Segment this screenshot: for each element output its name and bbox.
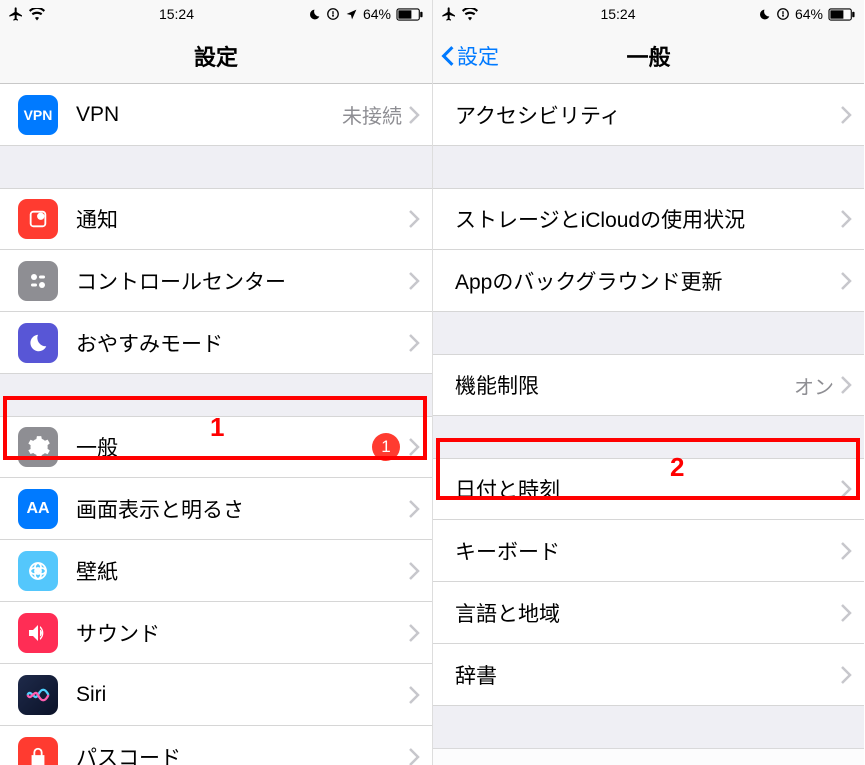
- chevron-right-icon: [840, 479, 852, 499]
- row-vpn[interactable]: VPN VPN 未接続: [0, 84, 432, 146]
- row-passcode[interactable]: パスコード: [0, 726, 432, 765]
- airplane-icon: [441, 6, 457, 22]
- nav-bar: 設定 一般: [433, 28, 864, 84]
- chevron-right-icon: [840, 105, 852, 125]
- row-label: サウンド: [76, 618, 408, 648]
- row-background-refresh[interactable]: Appのバックグラウンド更新: [433, 250, 864, 312]
- row-label: 日付と時刻: [455, 474, 840, 504]
- location-icon: [345, 8, 358, 21]
- chevron-right-icon: [840, 541, 852, 561]
- chevron-right-icon: [408, 499, 420, 519]
- row-accessibility[interactable]: アクセシビリティ: [433, 84, 864, 146]
- chevron-right-icon: [840, 375, 852, 395]
- callout-1: 1: [210, 412, 224, 443]
- status-bar: 15:24 64%: [0, 0, 432, 28]
- status-right: 64%: [758, 6, 856, 22]
- chevron-right-icon: [408, 685, 420, 705]
- general-list: アクセシビリティ ストレージとiCloudの使用状況 Appのバックグラウンド更…: [433, 84, 864, 765]
- wifi-icon: [462, 8, 478, 21]
- nav-bar: 設定: [0, 28, 432, 84]
- row-label: おやすみモード: [76, 328, 408, 358]
- general-icon: [18, 427, 58, 467]
- row-label: VPN: [76, 103, 342, 127]
- chevron-right-icon: [408, 747, 420, 765]
- status-left: [441, 6, 478, 22]
- chevron-right-icon: [408, 333, 420, 353]
- chevron-right-icon: [840, 665, 852, 685]
- chevron-left-icon: [441, 45, 455, 67]
- rotation-lock-icon: [326, 7, 340, 21]
- passcode-icon: [18, 737, 58, 765]
- status-bar: 15:24 64%: [433, 0, 864, 28]
- page-title: 設定: [194, 40, 238, 72]
- moon-icon: [308, 8, 321, 21]
- left-phone-settings: 15:24 64% 設定 VPN VPN 未接続 通知: [0, 0, 432, 765]
- row-siri[interactable]: Siri: [0, 664, 432, 726]
- row-label: 壁紙: [76, 556, 408, 586]
- display-icon: AA: [18, 489, 58, 529]
- row-value: 未接続: [342, 100, 402, 129]
- row-label: 機能制限: [455, 370, 794, 400]
- row-datetime[interactable]: 日付と時刻: [433, 458, 864, 520]
- airplane-icon: [8, 6, 24, 22]
- notifications-icon: [18, 199, 58, 239]
- chevron-right-icon: [408, 209, 420, 229]
- vpn-icon: VPN: [18, 95, 58, 135]
- wifi-icon: [29, 8, 45, 21]
- battery-percent: 64%: [795, 6, 823, 22]
- rotation-lock-icon: [776, 7, 790, 21]
- row-notifications[interactable]: 通知: [0, 188, 432, 250]
- moon-icon: [758, 8, 771, 21]
- row-sound[interactable]: サウンド: [0, 602, 432, 664]
- status-right: 64%: [308, 6, 424, 22]
- row-keyboard[interactable]: キーボード: [433, 520, 864, 582]
- chevron-right-icon: [408, 437, 420, 457]
- chevron-right-icon: [408, 105, 420, 125]
- chevron-right-icon: [840, 271, 852, 291]
- row-restrictions[interactable]: 機能制限 オン: [433, 354, 864, 416]
- row-label: Appのバックグラウンド更新: [455, 266, 840, 296]
- battery-icon: [828, 8, 856, 21]
- chevron-right-icon: [840, 603, 852, 623]
- page-title: 一般: [626, 40, 670, 72]
- chevron-right-icon: [408, 561, 420, 581]
- row-label: アクセシビリティ: [455, 100, 840, 130]
- status-left: [8, 6, 45, 22]
- right-phone-general: 15:24 64% 設定 一般 アクセシビリティ ストレージとiCloudの使用…: [432, 0, 864, 765]
- siri-icon: [18, 675, 58, 715]
- chevron-right-icon: [840, 209, 852, 229]
- control-center-icon: [18, 261, 58, 301]
- wallpaper-icon: [18, 551, 58, 591]
- back-label: 設定: [457, 41, 499, 71]
- row-wallpaper[interactable]: 壁紙: [0, 540, 432, 602]
- row-language[interactable]: 言語と地域: [433, 582, 864, 644]
- row-label: 通知: [76, 204, 408, 234]
- row-dictionary[interactable]: 辞書: [433, 644, 864, 706]
- status-time: 15:24: [600, 6, 635, 22]
- chevron-right-icon: [408, 271, 420, 291]
- status-time: 15:24: [159, 6, 194, 22]
- row-label: ストレージとiCloudの使用状況: [455, 204, 840, 234]
- row-label: コントロールセンター: [76, 266, 408, 296]
- row-label: パスコード: [76, 742, 408, 765]
- sound-icon: [18, 613, 58, 653]
- row-label: 画面表示と明るさ: [76, 494, 408, 524]
- dnd-icon: [18, 323, 58, 363]
- row-control-center[interactable]: コントロールセンター: [0, 250, 432, 312]
- row-itunes-wifi[interactable]: iTunes Wi-Fi同期: [433, 748, 864, 765]
- row-label: 言語と地域: [455, 598, 840, 628]
- badge: 1: [372, 433, 400, 461]
- callout-2: 2: [670, 452, 684, 483]
- battery-icon: [396, 8, 424, 21]
- chevron-right-icon: [408, 623, 420, 643]
- row-label: キーボード: [455, 536, 840, 566]
- row-display[interactable]: AA 画面表示と明るさ: [0, 478, 432, 540]
- row-storage[interactable]: ストレージとiCloudの使用状況: [433, 188, 864, 250]
- row-dnd[interactable]: おやすみモード: [0, 312, 432, 374]
- row-label: Siri: [76, 683, 408, 707]
- row-value: オン: [794, 371, 834, 400]
- battery-percent: 64%: [363, 6, 391, 22]
- row-label: 辞書: [455, 660, 840, 690]
- back-button[interactable]: 設定: [441, 41, 499, 71]
